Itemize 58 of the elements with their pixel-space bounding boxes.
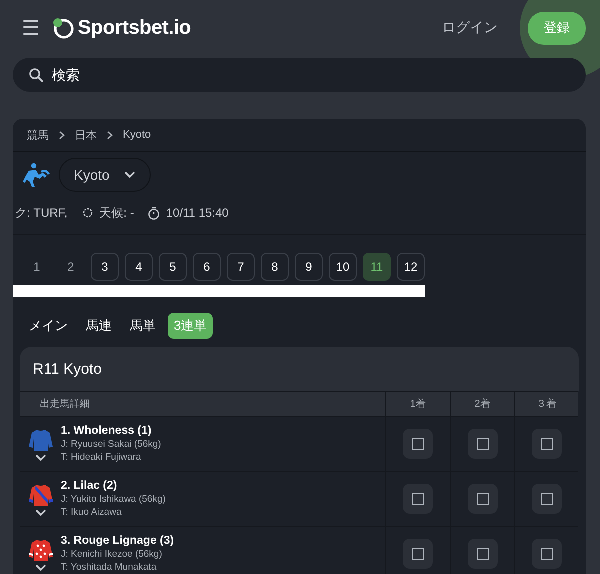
trainer-text: T: Ikuo Aizawa [61,507,123,518]
pick-checkbox[interactable] [403,539,433,569]
brand-name[interactable]: Sportsbet.io [78,16,192,40]
pick-checkbox[interactable] [532,484,562,514]
pick-checkbox[interactable] [468,539,498,569]
pick-checkbox[interactable] [532,429,562,459]
search-icon [29,68,44,83]
sun-icon [82,207,94,219]
column-header: 出走馬詳細 [20,391,385,417]
race-title: R11 Kyoto [32,360,103,380]
chevron-down-icon [35,564,47,572]
pick-checkbox[interactable] [468,429,498,459]
chevron-down-icon [35,508,47,516]
breadcrumb-link[interactable]: 日本 [75,128,97,142]
pick-checkbox[interactable] [468,484,498,514]
trainer-text: T: Hideaki Fujiwara [61,452,142,463]
track-text: ク: TURF, [15,204,68,222]
trainer-text: T: Yoshitada Munakata [61,562,158,573]
menu-button[interactable]: ☰ [22,16,40,40]
race-number-button[interactable]: 3 [91,253,119,281]
pick-checkbox[interactable] [532,539,562,569]
pick-checkbox[interactable] [403,484,433,514]
column-header: ３着 [514,391,578,417]
chevron-down-icon [35,454,47,462]
race-number-button[interactable]: 11 [363,253,391,281]
bet-type-tab[interactable]: メイン [23,313,74,339]
stopwatch-icon [148,206,160,220]
horse-racing-icon [23,162,51,188]
race-number-button[interactable]: 8 [261,253,289,281]
venue-dropdown[interactable]: Kyoto [59,158,151,192]
logo-icon [52,17,74,39]
bet-type-tab[interactable]: 馬連 [80,313,118,339]
race-number-button[interactable]: 9 [295,253,323,281]
jockey-text: J: Kenichi Ikezoe (56kg) [61,549,164,560]
pick-checkbox[interactable] [403,429,433,459]
start-time: 10/11 15:40 [166,206,229,220]
login-link[interactable]: ログイン [442,19,498,37]
breadcrumb-link[interactable]: 競馬 [27,128,49,142]
race-number-button[interactable]: 5 [159,253,187,281]
race-number-button[interactable]: 6 [193,253,221,281]
column-header: 2着 [450,391,514,417]
race-number-button[interactable]: 12 [397,253,425,281]
race-number-button[interactable]: 7 [227,253,255,281]
search-field[interactable]: 検索 [13,58,586,92]
bet-type-tab[interactable]: 馬単 [124,313,162,339]
horse-name: 2. Lilac (2) [61,480,118,492]
race-number-button[interactable]: 10 [329,253,357,281]
jockey-text: J: Yukito Ishikawa (56kg) [61,494,166,505]
chevron-right-icon [59,130,65,140]
breadcrumb-link[interactable]: Kyoto [123,129,152,141]
horse-name: 1. Wholeness (1) [61,425,153,437]
horse-name: 3. Rouge Lignage (3) [61,535,174,547]
chevron-down-icon [124,171,136,179]
chevron-right-icon [107,130,113,140]
race-number-button[interactable]: 4 [125,253,153,281]
weather-text: 天候: - [100,204,134,222]
jockey-text: J: Ryuusei Sakai (56kg) [61,439,162,450]
column-header: 1着 [385,391,450,417]
